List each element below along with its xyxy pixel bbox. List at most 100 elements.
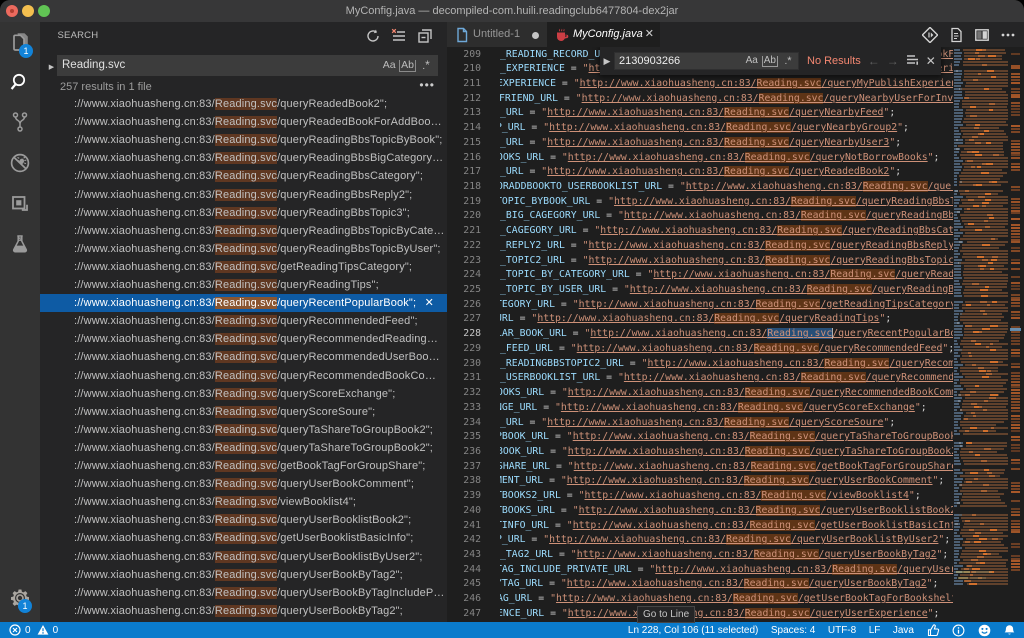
tab-myconfig-java[interactable]: MyConfig.java ✕: [547, 22, 660, 47]
open-preview-icon[interactable]: [948, 27, 964, 43]
activity-bar-item-test[interactable]: [0, 224, 40, 264]
minimap[interactable]: [953, 47, 1010, 622]
status-eol[interactable]: LF: [869, 625, 881, 636]
minimap-line: [954, 214, 958, 216]
ruler-mark: [1011, 438, 1020, 441]
search-result-item[interactable]: ://www.xiaohuasheng.cn:83/Reading.svc/qu…: [40, 584, 447, 602]
problems-errors[interactable]: 0: [9, 624, 31, 636]
find-previous-button[interactable]: ←: [868, 54, 880, 68]
overview-ruler[interactable]: [1010, 47, 1024, 622]
activity-bar-item-extensions[interactable]: [0, 183, 40, 223]
toggle-search-details-icon[interactable]: •••: [419, 78, 435, 92]
whole-word-toggle[interactable]: Ab: [399, 57, 416, 73]
search-result-item[interactable]: ://www.xiaohuasheng.cn:83/Reading.svc/ge…: [40, 457, 447, 475]
bell-icon[interactable]: [1003, 624, 1016, 637]
code-token: /queryTaShareToGroupBook2: [814, 431, 953, 443]
refresh-icon[interactable]: [363, 24, 383, 48]
find-widget-expand-chevron-icon[interactable]: ▶: [600, 56, 614, 67]
search-result-item[interactable]: ://www.xiaohuasheng.cn:83/Reading.svc/ge…: [40, 258, 447, 276]
search-result-item[interactable]: ://www.xiaohuasheng.cn:83/Reading.svc/qu…: [40, 566, 447, 584]
ruler-mark: [1011, 403, 1020, 406]
search-result-item[interactable]: ://www.xiaohuasheng.cn:83/Reading.svc/qu…: [40, 385, 447, 403]
minimap-line: [975, 142, 981, 144]
search-result-item[interactable]: ://www.xiaohuasheng.cn:83/Reading.svc/qu…: [40, 548, 447, 566]
close-tab-icon[interactable]: ✕: [645, 22, 654, 47]
find-whole-word-toggle[interactable]: Ab: [761, 53, 778, 69]
status-cursor-position[interactable]: Ln 228, Col 106 (11 selected): [628, 625, 758, 636]
minimap-line: [954, 286, 962, 288]
ruler-mark: [1011, 380, 1020, 383]
minimap-line: [954, 379, 959, 381]
code-token: http://www.xiaohuasheng.cn:83/: [566, 578, 744, 590]
search-result-item[interactable]: ://www.xiaohuasheng.cn:83/Reading.svc/qu…: [40, 95, 447, 113]
minimap-line: [954, 292, 961, 294]
search-result-item[interactable]: ://www.xiaohuasheng.cn:83/Reading.svc/qu…: [40, 330, 447, 348]
activity-bar-item-source-control[interactable]: [0, 102, 40, 142]
minimap-line: [954, 583, 964, 585]
search-result-item[interactable]: ://www.xiaohuasheng.cn:83/Reading.svc/qu…: [40, 439, 447, 457]
search-result-item[interactable]: ://www.xiaohuasheng.cn:83/Reading.svc/qu…: [40, 240, 447, 258]
match-case-toggle[interactable]: Aa: [381, 57, 397, 73]
search-result-item[interactable]: ://www.xiaohuasheng.cn:83/Reading.svc/qu…: [40, 367, 447, 385]
search-result-item[interactable]: ://www.xiaohuasheng.cn:83/Reading.svc/vi…: [40, 493, 447, 511]
ruler-mark: [1011, 229, 1020, 232]
search-result-item[interactable]: ://www.xiaohuasheng.cn:83/Reading.svc/qu…: [40, 421, 447, 439]
code-line: BOOK_URL = "http://www.xiaohuasheng.cn:8…: [500, 445, 953, 457]
search-result-item[interactable]: ://www.xiaohuasheng.cn:83/Reading.svc/qu…: [40, 276, 447, 294]
modified-dot-icon[interactable]: [532, 32, 539, 39]
find-regex-toggle[interactable]: .*: [780, 53, 796, 69]
code-area[interactable]: _READING_RECORD_URL = "http://www.xiaohu…: [500, 47, 953, 622]
line-number: 215: [463, 136, 481, 148]
split-editor-icon[interactable]: [974, 27, 990, 43]
regex-toggle[interactable]: .*: [418, 57, 434, 73]
search-result-item[interactable]: ://www.xiaohuasheng.cn:83/Reading.svc/qu…: [40, 312, 447, 330]
toggle-replace-chevron-icon[interactable]: ▶: [47, 62, 56, 74]
info-icon[interactable]: [952, 624, 965, 637]
find-match-case-toggle[interactable]: Aa: [744, 53, 760, 69]
find-input[interactable]: 2130903266 Aa Ab .*: [614, 52, 799, 70]
search-result-item[interactable]: ://www.xiaohuasheng.cn:83/Reading.svc/qu…: [40, 602, 447, 620]
search-result-item[interactable]: ://www.xiaohuasheng.cn:83/Reading.svc/ge…: [40, 529, 447, 547]
search-result-item[interactable]: ://www.xiaohuasheng.cn:83/Reading.svc/qu…: [40, 131, 447, 149]
dismiss-result-icon[interactable]: ✕: [425, 294, 434, 312]
status-language-mode[interactable]: Java: [893, 625, 914, 636]
minimap-line: [958, 145, 1004, 147]
code-line: _URL = "http://www.xiaohuasheng.cn:83/Re…: [500, 136, 953, 148]
find-next-button[interactable]: →: [887, 54, 899, 68]
minimap-line: [954, 538, 964, 540]
code-line: TOPIC_BYBOOK_URL = "http://www.xiaohuash…: [500, 195, 953, 207]
problems-warnings[interactable]: 0: [37, 624, 58, 636]
more-actions-icon[interactable]: [1000, 27, 1016, 43]
search-result-item[interactable]: ://www.xiaohuasheng.cn:83/Reading.svc/qu…: [40, 403, 447, 421]
code-token: =: [555, 77, 574, 89]
title-bar[interactable]: MyConfig.java — decompiled-com.huili.rea…: [0, 0, 1024, 22]
activity-bar-item-debug[interactable]: [0, 143, 40, 183]
search-result-item[interactable]: ://www.xiaohuasheng.cn:83/Reading.svc/qu…: [40, 222, 447, 240]
search-result-item[interactable]: ://www.xiaohuasheng.cn:83/Reading.svc/qu…: [40, 294, 447, 313]
code-token: Reading.svc: [724, 166, 790, 178]
open-changes-icon[interactable]: [922, 26, 938, 43]
thumbs-up-icon[interactable]: [927, 623, 940, 637]
status-indentation[interactable]: Spaces: 4: [771, 625, 815, 636]
code-token: =: [564, 63, 583, 75]
find-in-selection-button[interactable]: [906, 53, 919, 69]
tab-untitled-1[interactable]: Untitled-1: [447, 22, 547, 47]
clear-search-results-icon[interactable]: [389, 24, 409, 48]
editor-body[interactable]: 209 210 211 212 213 214 215 216 217 218 219 220 221 2…: [447, 47, 1024, 622]
search-result-item[interactable]: ://www.xiaohuasheng.cn:83/Reading.svc/qu…: [40, 167, 447, 185]
search-result-item[interactable]: ://www.xiaohuasheng.cn:83/Reading.svc/qu…: [40, 186, 447, 204]
find-close-button[interactable]: ✕: [926, 54, 936, 68]
search-result-item[interactable]: ://www.xiaohuasheng.cn:83/Reading.svc/qu…: [40, 475, 447, 493]
text-span: ://www.xiaohuasheng.cn:83/: [74, 423, 215, 436]
collapse-all-icon[interactable]: [415, 24, 435, 48]
search-result-item[interactable]: ://www.xiaohuasheng.cn:83/Reading.svc/qu…: [40, 149, 447, 167]
search-result-item[interactable]: ://www.xiaohuasheng.cn:83/Reading.svc/qu…: [40, 511, 447, 529]
search-result-item[interactable]: ://www.xiaohuasheng.cn:83/Reading.svc/qu…: [40, 204, 447, 222]
activity-bar-item-settings[interactable]: 1: [0, 578, 40, 618]
feedback-smiley-icon[interactable]: [978, 624, 991, 637]
activity-bar-item-search[interactable]: [0, 62, 40, 102]
search-result-item[interactable]: ://www.xiaohuasheng.cn:83/Reading.svc/qu…: [40, 113, 447, 131]
search-result-item[interactable]: ://www.xiaohuasheng.cn:83/Reading.svc/qu…: [40, 348, 447, 366]
activity-bar-item-explorer[interactable]: 1: [0, 22, 40, 62]
status-encoding[interactable]: UTF-8: [828, 625, 856, 636]
